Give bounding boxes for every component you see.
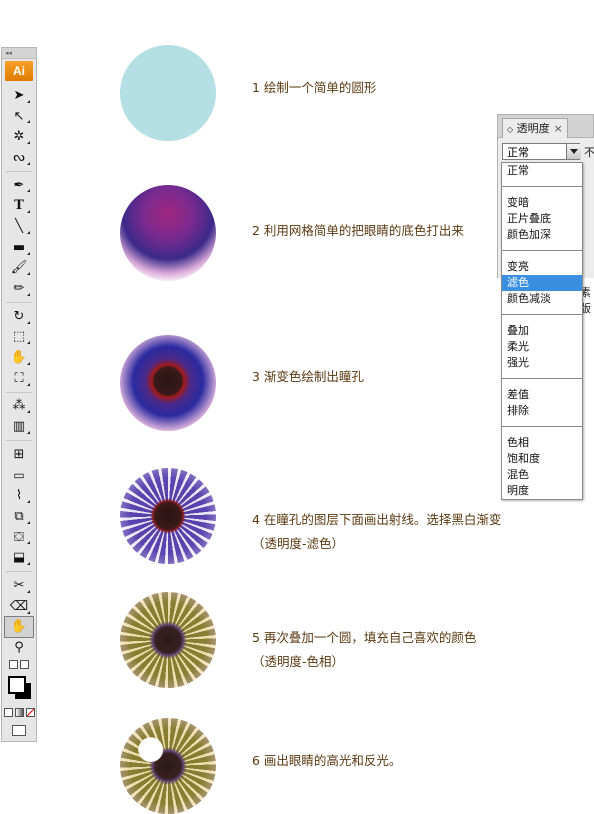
live-paint-selection-tool-icon[interactable]: ⬓ (2, 547, 36, 568)
panel-grip[interactable]: ◂◂ (2, 48, 36, 59)
menu-item-darken[interactable]: 变暗 (502, 195, 582, 211)
color-mode-buttons[interactable] (2, 706, 36, 720)
step2-mesh-eye (120, 185, 216, 281)
swap-colors-icon[interactable] (20, 660, 29, 670)
menu-divider (502, 378, 582, 379)
tab-transparency[interactable]: ◇ 透明度 × (502, 118, 568, 139)
tab-label: 透明度 (516, 122, 550, 135)
mesh-tool-icon[interactable]: ⊞ (2, 444, 36, 465)
fill-swatch[interactable] (8, 675, 26, 694)
menu-item-exclusion[interactable]: 排除 (502, 403, 582, 419)
rectangle-tool-icon[interactable]: ▬ (2, 237, 36, 258)
blend-tool-icon[interactable]: ⧉ (2, 506, 36, 527)
menu-item-color-burn[interactable]: 颜色加深 (502, 227, 582, 243)
default-colors-swap[interactable] (2, 658, 36, 672)
menu-item-normal[interactable]: 正常 (502, 163, 582, 179)
none-icon[interactable] (25, 708, 35, 718)
zoom-tool-icon[interactable]: ⚲ (2, 637, 36, 658)
scale-tool-icon[interactable]: ⬚ (2, 327, 36, 348)
step-4-text: 4 在瞳孔的图层下面画出射线。选择黑白渐变 (252, 512, 502, 527)
menu-divider (502, 314, 582, 315)
default-colors-icon[interactable] (9, 660, 18, 670)
step5-hue-eye (120, 592, 216, 688)
menu-divider (502, 426, 582, 427)
menu-item-multiply[interactable]: 正片叠底 (502, 211, 582, 227)
pen-tool-icon[interactable]: ✒ (2, 175, 36, 196)
screen-mode-icon[interactable] (12, 725, 26, 737)
step-6-text: 6 画出眼睛的高光和反光。 (252, 753, 402, 768)
menu-item-lighten[interactable]: 变亮 (502, 259, 582, 275)
tools-panel: ◂◂ Ai ➤ ↖ ✲ ᔓ ✒ T ╲ ▬ 🖌 ✏ ↻ ⬚ ✋ ⛶ ⁂ ▥ ⊞ … (1, 47, 37, 742)
line-segment-tool-icon[interactable]: ╲ (2, 216, 36, 237)
rotate-tool-icon[interactable]: ↻ (2, 306, 36, 327)
live-paint-bucket-tool-icon[interactable]: ⛋ (2, 527, 36, 548)
menu-item-soft-light[interactable]: 柔光 (502, 339, 582, 355)
chevron-down-icon[interactable] (566, 144, 581, 159)
direct-selection-tool-icon[interactable]: ↖ (2, 106, 36, 127)
menu-divider (502, 250, 582, 251)
step-1-text: 1 绘制一个简单的圆形 (252, 80, 377, 95)
close-icon[interactable]: × (554, 122, 563, 135)
toolbar-divider (6, 440, 32, 441)
screen-mode-button[interactable] (2, 724, 36, 738)
menu-item-saturation[interactable]: 饱和度 (502, 451, 582, 467)
pencil-tool-icon[interactable]: ✏ (2, 278, 36, 299)
gradient-tool-icon[interactable]: ▭ (2, 465, 36, 486)
menu-item-overlay[interactable]: 叠加 (502, 323, 582, 339)
type-tool-icon[interactable]: T (2, 195, 36, 216)
menu-divider (502, 186, 582, 187)
gradient-icon[interactable] (14, 708, 24, 718)
color-icon[interactable] (3, 708, 13, 718)
warp-tool-icon[interactable]: ✋ (2, 347, 36, 368)
blend-mode-value: 正常 (507, 146, 529, 159)
diamond-icon: ◇ (507, 125, 514, 134)
menu-item-hue[interactable]: 色相 (502, 435, 582, 451)
toolbar-divider (6, 301, 32, 303)
slice-tool-icon[interactable]: ✂ (2, 575, 36, 596)
step-5-subtext: （透明度-色相） (252, 654, 345, 669)
toolbar-divider (6, 571, 32, 573)
panel-tabstrip: ◇ 透明度 × (497, 114, 594, 139)
step1-circle (120, 45, 216, 141)
blend-mode-dropdown: 正常 变暗 正片叠底 颜色加深 变亮 滤色 颜色减淡 叠加 柔光 强光 差值 排… (501, 162, 583, 500)
menu-item-color[interactable]: 混色 (502, 467, 582, 483)
step-2-text: 2 利用网格简单的把眼睛的底色打出来 (252, 223, 464, 238)
paintbrush-tool-icon[interactable]: 🖌 (2, 258, 36, 279)
opacity-label: 不 (584, 146, 594, 159)
symbol-sprayer-tool-icon[interactable]: ⁂ (2, 396, 36, 417)
toolbar-divider (6, 391, 32, 393)
menu-item-screen[interactable]: 滤色 (502, 275, 582, 291)
menu-item-color-dodge[interactable]: 颜色减淡 (502, 291, 582, 307)
step3-pupil-eye (120, 335, 216, 431)
selection-tool-icon[interactable]: ➤ (2, 85, 36, 106)
free-transform-tool-icon[interactable]: ⛶ (2, 368, 36, 389)
lasso-tool-icon[interactable]: ᔓ (2, 147, 36, 168)
menu-item-luminosity[interactable]: 明度 (502, 483, 582, 499)
step-4-subtext: （透明度-滤色） (252, 536, 345, 551)
eraser-tool-icon[interactable]: ⌫ (2, 596, 36, 617)
hand-tool-icon[interactable]: ✋ (4, 615, 34, 639)
menu-item-hard-light[interactable]: 强光 (502, 355, 582, 371)
step-3-text: 3 渐变色绘制出瞳孔 (252, 369, 364, 384)
column-graph-tool-icon[interactable]: ▥ (2, 416, 36, 437)
toolbar-divider (6, 170, 32, 172)
step4-rays-eye (120, 468, 216, 564)
eyedropper-tool-icon[interactable]: ⌇ (2, 485, 36, 506)
step-5-text: 5 再次叠加一个圆，填充自己喜欢的颜色 (252, 630, 477, 645)
magic-wand-tool-icon[interactable]: ✲ (2, 126, 36, 147)
menu-item-difference[interactable]: 差值 (502, 387, 582, 403)
app-logo: Ai (5, 61, 33, 81)
fill-stroke-swatches[interactable] (2, 672, 36, 706)
step6-highlight-eye (120, 718, 216, 814)
